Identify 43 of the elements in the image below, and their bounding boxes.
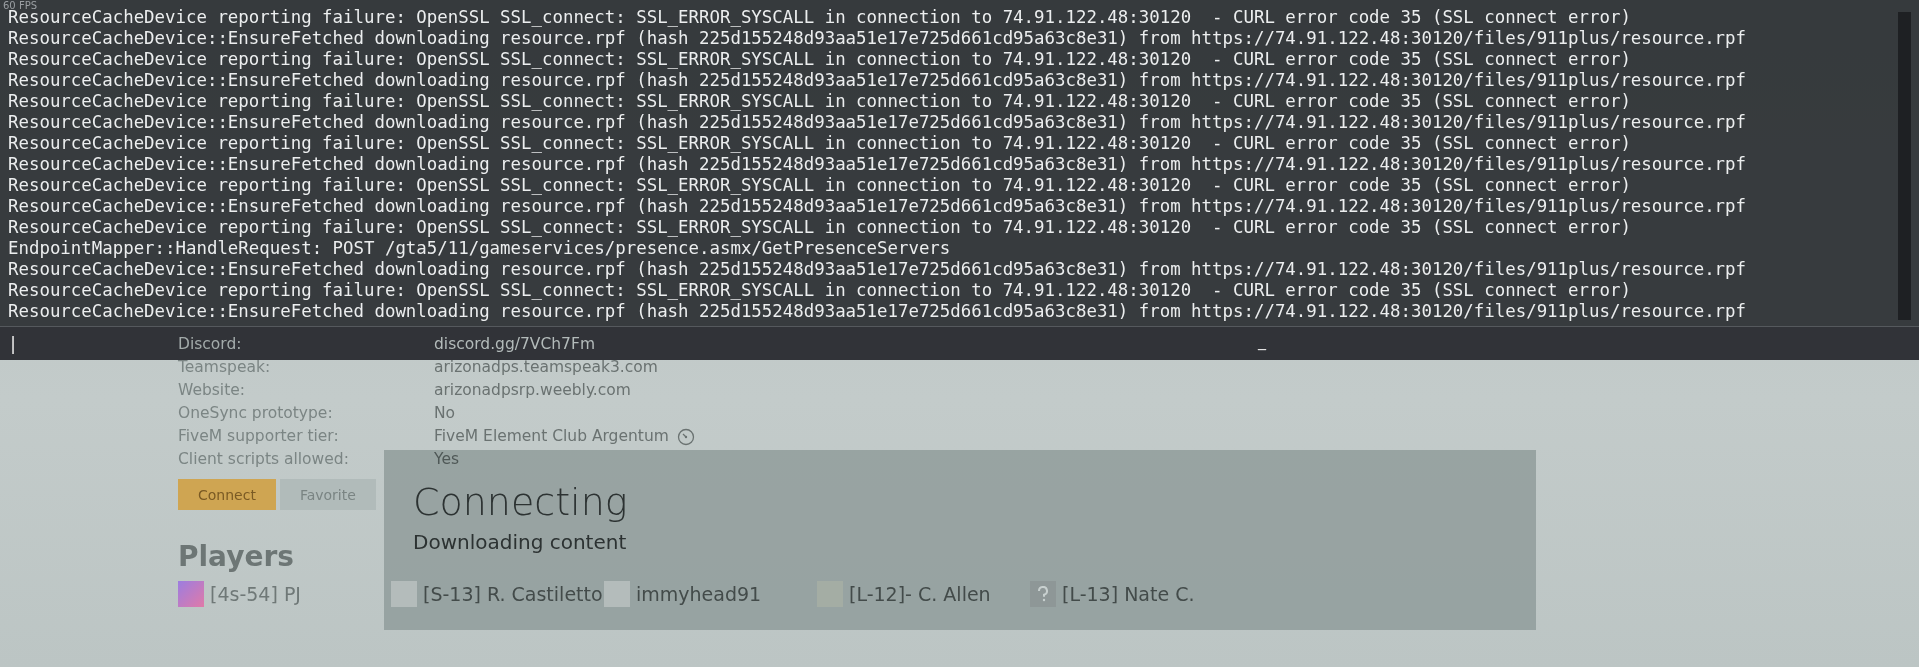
info-label: FiveM supporter tier: bbox=[178, 427, 340, 446]
avatar-icon bbox=[178, 581, 204, 607]
info-value: Yes bbox=[434, 450, 460, 469]
console-line: ResourceCacheDevice reporting failure: OpenSSL SSL_connect: SSL_ERROR_SYSCALL in connection to 74.91.122.48:30120 - CURL error code 35 (SSL connect error) bbox=[8, 133, 1632, 154]
avatar-icon bbox=[391, 581, 417, 607]
player-name[interactable]: [L-12]- C. Allen bbox=[849, 583, 991, 605]
console-line: ResourceCacheDevice::EnsureFetched downloading resource.rpf (hash 225d155248d93aa51e17e725d661cd95a63c8e31) from https://74.91.122.48:30120/files/911plus/resource.rpf bbox=[8, 112, 1748, 133]
info-label: Discord: bbox=[178, 335, 243, 354]
player-name[interactable]: [L-13] Nate C. bbox=[1062, 583, 1195, 605]
console-line: EndpointMapper::HandleRequest: POST /gta5/11/gameservices/presence.asmx/GetPresenceServers bbox=[8, 238, 952, 259]
player-name[interactable]: [S-13] R. Castiletto bbox=[423, 583, 603, 605]
console-line: ResourceCacheDevice reporting failure: OpenSSL SSL_connect: SSL_ERROR_SYSCALL in connection to 74.91.122.48:30120 - CURL error code 35 (SSL connect error) bbox=[8, 49, 1632, 70]
console-line: ResourceCacheDevice::EnsureFetched downloading resource.rpf (hash 225d155248d93aa51e17e725d661cd95a63c8e31) from https://74.91.122.48:30120/files/911plus/resource.rpf bbox=[8, 196, 1748, 217]
scrollbar[interactable] bbox=[1898, 12, 1911, 320]
players-heading: Players bbox=[178, 540, 294, 573]
console-line: ResourceCacheDevice::EnsureFetched downloading resource.rpf (hash 225d155248d93aa51e17e725d661cd95a63c8e31) from https://74.91.122.48:30120/files/911plus/resource.rpf bbox=[8, 28, 1748, 49]
info-label: Client scripts allowed: bbox=[178, 450, 350, 469]
player-name[interactable]: [4s-54] PJ bbox=[210, 583, 301, 605]
input-marker: _ bbox=[1258, 331, 1266, 350]
info-value: discord.gg/7VCh7Fm bbox=[434, 335, 595, 354]
text-cursor: | bbox=[10, 333, 17, 354]
dialog-message: Downloading content bbox=[413, 530, 628, 554]
info-label: Teamspeak: bbox=[178, 358, 272, 377]
console-line: ResourceCacheDevice::EnsureFetched downloading resource.rpf (hash 225d155248d93aa51e17e725d661cd95a63c8e31) from https://74.91.122.48:30120/files/911plus/resource.rpf bbox=[8, 259, 1748, 280]
clock-icon bbox=[676, 427, 695, 446]
info-label: OneSync prototype: bbox=[178, 404, 334, 423]
info-label: Website: bbox=[178, 381, 246, 400]
connect-button[interactable]: Connect bbox=[178, 479, 276, 510]
info-value: arizonadps.teamspeak3.com bbox=[434, 358, 658, 377]
player-name[interactable]: immyhead91 bbox=[636, 583, 762, 605]
question-mark-icon bbox=[1030, 581, 1056, 607]
console-line: ResourceCacheDevice reporting failure: OpenSSL SSL_connect: SSL_ERROR_SYSCALL in connection to 74.91.122.48:30120 - CURL error code 35 (SSL connect error) bbox=[8, 175, 1632, 196]
info-value: FiveM Element Club Argentum bbox=[434, 427, 669, 446]
console-line: ResourceCacheDevice reporting failure: OpenSSL SSL_connect: SSL_ERROR_SYSCALL in connection to 74.91.122.48:30120 - CURL error code 35 (SSL connect error) bbox=[8, 280, 1632, 301]
info-value: arizonadpsrp.weebly.com bbox=[434, 381, 631, 400]
console-line: ResourceCacheDevice::EnsureFetched downloading resource.rpf (hash 225d155248d93aa51e17e725d661cd95a63c8e31) from https://74.91.122.48:30120/files/911plus/resource.rpf bbox=[8, 70, 1748, 91]
avatar-icon bbox=[604, 581, 630, 607]
console-line: ResourceCacheDevice reporting failure: OpenSSL SSL_connect: SSL_ERROR_SYSCALL in connection to 74.91.122.48:30120 - CURL error code 35 (SSL connect error) bbox=[8, 91, 1632, 112]
console-line: ResourceCacheDevice::EnsureFetched downloading resource.rpf (hash 225d155248d93aa51e17e725d661cd95a63c8e31) from https://74.91.122.48:30120/files/911plus/resource.rpf bbox=[8, 154, 1748, 175]
console-line: ResourceCacheDevice::EnsureFetched downloading resource.rpf (hash 225d155248d93aa51e17e725d661cd95a63c8e31) from https://74.91.122.48:30120/files/911plus/resource.rpf bbox=[8, 301, 1748, 322]
info-value: No bbox=[434, 404, 456, 423]
console-line: ResourceCacheDevice reporting failure: OpenSSL SSL_connect: SSL_ERROR_SYSCALL in connection to 74.91.122.48:30120 - CURL error code 35 (SSL connect error) bbox=[8, 217, 1632, 238]
dialog-title: Connecting bbox=[413, 480, 629, 524]
